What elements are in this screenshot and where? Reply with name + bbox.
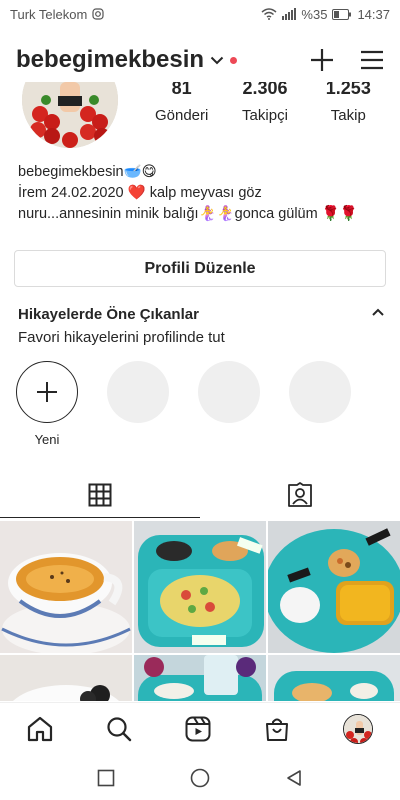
highlight-placeholder[interactable] bbox=[289, 361, 351, 447]
highlights-subtitle: Favori hikayelerini profilinde tut bbox=[18, 329, 225, 346]
chevron-down-icon[interactable] bbox=[210, 56, 224, 65]
following-count: 1.253 bbox=[325, 82, 371, 98]
new-highlight-circle[interactable] bbox=[16, 361, 78, 423]
new-highlight-label: Yeni bbox=[34, 432, 60, 447]
bio-name: bebegimekbesin🥣😋 bbox=[18, 164, 157, 180]
bio-line-1: İrem 24.02.2020 ❤️ kalp meyvası göz bbox=[18, 185, 262, 201]
post-image-teal-plate-cracker bbox=[268, 655, 400, 701]
profile-avatar-nav[interactable] bbox=[343, 713, 374, 744]
profile-summary: 81 Gönderi 2.306 Takipçi 1.253 Takip bbox=[0, 82, 400, 152]
grid-icon bbox=[88, 483, 112, 507]
profile-stats: 81 Gönderi 2.306 Takipçi 1.253 Takip bbox=[140, 82, 390, 124]
status-left: Turk Telekom bbox=[10, 7, 104, 22]
plus-icon[interactable] bbox=[310, 48, 334, 72]
account-username[interactable]: bebegimekbesin bbox=[16, 46, 204, 74]
post-image-omelette-plate bbox=[134, 521, 266, 653]
profile-tabs bbox=[0, 472, 400, 518]
battery-percent: %35 bbox=[301, 6, 328, 22]
search-icon[interactable] bbox=[106, 716, 132, 742]
clock: 14:37 bbox=[357, 6, 390, 22]
post-image-plate-top bbox=[0, 655, 132, 701]
highlight-placeholder-circle[interactable] bbox=[198, 361, 260, 423]
highlight-placeholder-circle[interactable] bbox=[107, 361, 169, 423]
avatar-photo-small bbox=[344, 714, 373, 743]
status-bar: Turk Telekom %35 14:37 bbox=[0, 0, 400, 28]
highlight-placeholder[interactable] bbox=[198, 361, 260, 447]
recents-icon[interactable] bbox=[97, 769, 115, 787]
posts-grid bbox=[0, 521, 400, 701]
tab-tagged[interactable] bbox=[200, 472, 400, 518]
back-icon[interactable] bbox=[285, 769, 303, 787]
followers-stat[interactable]: 2.306 Takipçi bbox=[225, 82, 305, 124]
following-stat[interactable]: 1.253 Takip bbox=[308, 82, 388, 124]
chevron-up-icon[interactable] bbox=[372, 308, 384, 316]
post-image-divided-plate bbox=[268, 521, 400, 653]
shop-icon[interactable] bbox=[264, 716, 290, 742]
bottom-navigation bbox=[0, 702, 400, 754]
wifi-icon bbox=[261, 8, 277, 20]
signal-icon bbox=[282, 8, 297, 20]
edit-profile-button[interactable]: Profili Düzenle bbox=[14, 250, 386, 287]
bio-line-2: nuru...annesinin minik balığı🧜‍♀️🧜‍♀️gon… bbox=[18, 206, 358, 222]
system-navigation bbox=[0, 756, 400, 800]
profile-header: bebegimekbesin bbox=[0, 38, 400, 82]
instagram-notification-icon bbox=[92, 8, 104, 20]
highlight-placeholder[interactable] bbox=[107, 361, 169, 447]
tagged-icon bbox=[288, 482, 312, 507]
post-thumbnail[interactable] bbox=[268, 521, 400, 653]
highlight-placeholder-circle[interactable] bbox=[289, 361, 351, 423]
post-thumbnail[interactable] bbox=[0, 521, 132, 653]
following-label: Takip bbox=[330, 107, 366, 124]
tab-posts-grid[interactable] bbox=[0, 472, 200, 518]
profile-avatar[interactable] bbox=[22, 82, 118, 148]
plus-icon bbox=[37, 382, 57, 402]
post-thumbnail[interactable] bbox=[268, 655, 400, 701]
avatar-photo bbox=[22, 82, 118, 148]
status-right: %35 14:37 bbox=[261, 7, 390, 22]
reels-icon[interactable] bbox=[185, 716, 211, 742]
post-image-teal-plate-milk bbox=[134, 655, 266, 701]
battery-icon bbox=[332, 8, 352, 20]
header-actions bbox=[310, 48, 384, 72]
new-highlight[interactable]: Yeni bbox=[16, 361, 78, 447]
home-circle-icon[interactable] bbox=[190, 768, 210, 788]
home-icon[interactable] bbox=[27, 716, 53, 742]
menu-icon[interactable] bbox=[360, 50, 384, 70]
posts-label: Gönderi bbox=[154, 107, 209, 124]
followers-label: Takipçi bbox=[242, 107, 288, 124]
profile-bio: bebegimekbesin🥣😋 İrem 24.02.2020 ❤️ kalp… bbox=[18, 162, 388, 225]
posts-stat[interactable]: 81 Gönderi bbox=[142, 82, 222, 124]
post-thumbnail[interactable] bbox=[0, 655, 132, 701]
followers-count: 2.306 bbox=[242, 82, 288, 98]
highlights-row: Yeni bbox=[16, 361, 351, 447]
carrier-name: Turk Telekom bbox=[10, 6, 88, 22]
post-image-soup-cup bbox=[0, 521, 132, 653]
posts-count: 81 bbox=[171, 82, 192, 98]
highlights-title: Hikayelerde Öne Çıkanlar bbox=[18, 306, 199, 323]
post-thumbnail[interactable] bbox=[134, 655, 266, 701]
post-thumbnail[interactable] bbox=[134, 521, 266, 653]
story-highlights-header: Hikayelerde Öne Çıkanlar Favori hikayele… bbox=[18, 306, 384, 346]
notification-dot bbox=[230, 56, 238, 64]
